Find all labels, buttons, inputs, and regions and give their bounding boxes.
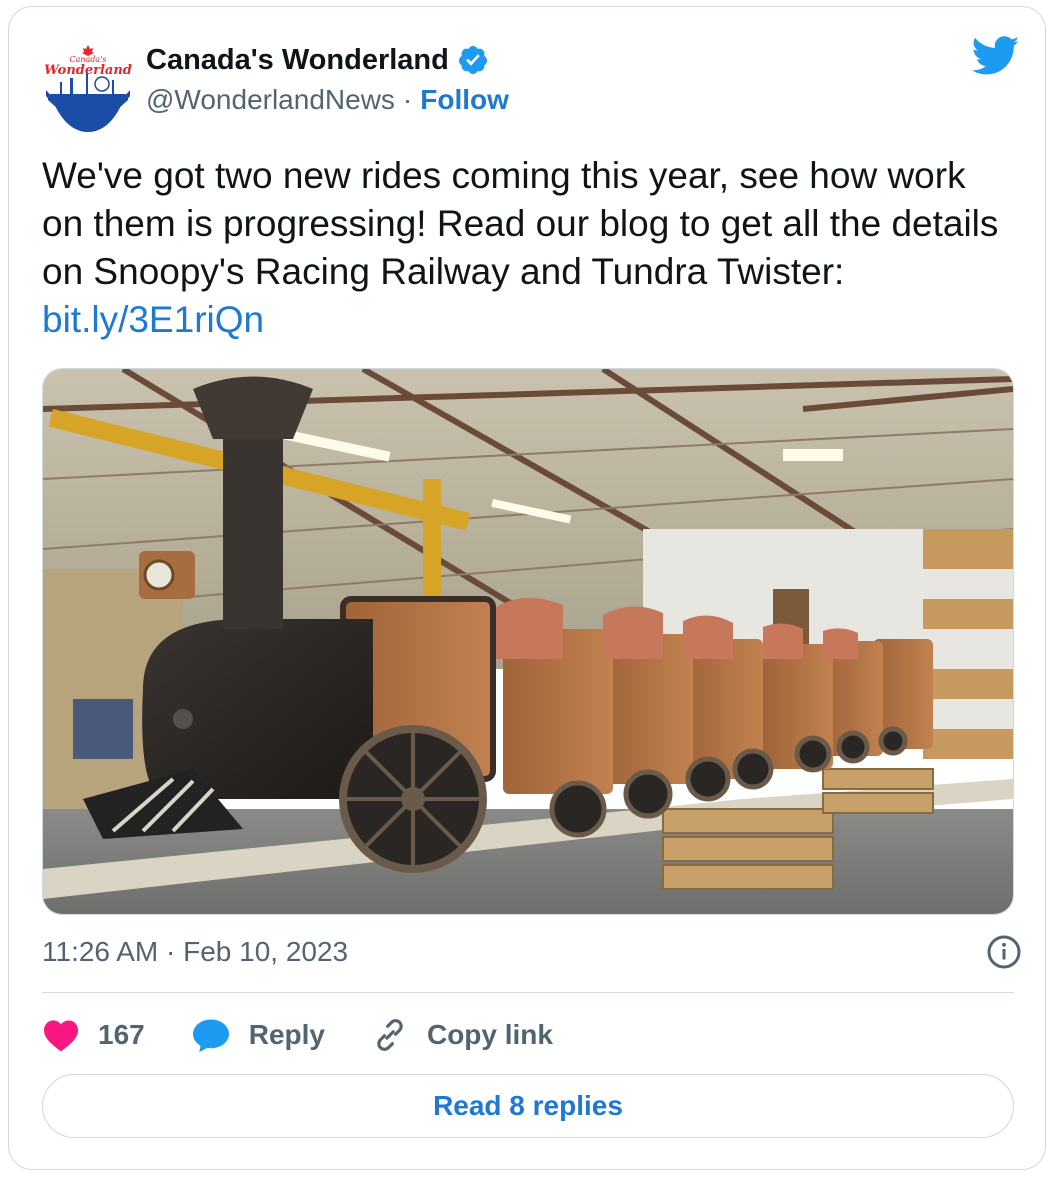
copy-link-button[interactable]: Copy link — [371, 1016, 553, 1054]
read-replies-label: Read 8 replies — [433, 1090, 623, 1121]
divider — [42, 992, 1014, 993]
reply-button[interactable]: Reply — [191, 1017, 325, 1053]
reply-label: Reply — [248, 1019, 325, 1050]
reply-bubble-icon — [192, 1019, 229, 1053]
display-name[interactable]: Canada's Wonderland — [146, 44, 449, 77]
tweet-timestamp[interactable]: 11:26 AM · Feb 10, 2023 — [42, 930, 348, 974]
info-icon[interactable] — [986, 934, 1022, 970]
verified-badge-icon — [458, 46, 487, 74]
avatar-text-main: Wonderland — [44, 63, 132, 78]
separator-dot: · — [402, 84, 413, 115]
copy-link-label: Copy link — [426, 1019, 553, 1050]
tweet-text: We've got two new rides coming this year… — [42, 152, 1002, 344]
read-replies-button[interactable]: Read 8 replies — [42, 1074, 1014, 1138]
action-bar: 167 Reply Copy link — [42, 1010, 599, 1060]
avatar[interactable]: Canada's Wonderland — [42, 42, 134, 134]
like-button[interactable]: 167 — [42, 1018, 145, 1052]
follow-button[interactable]: Follow — [420, 84, 509, 116]
heart-icon — [44, 1020, 78, 1052]
link-icon — [377, 1019, 403, 1051]
tweet-photo[interactable] — [42, 368, 1014, 915]
tweet-link[interactable]: bit.ly/3E1riQn — [42, 299, 264, 340]
author-name-row: Canada's Wonderland — [146, 42, 489, 78]
tweet-body: We've got two new rides coming this year… — [42, 155, 999, 292]
author-handle[interactable]: @WonderlandNews — [146, 84, 395, 116]
author-handle-row: @WonderlandNews · Follow — [146, 82, 509, 118]
like-count: 167 — [98, 1019, 145, 1050]
twitter-bird-icon[interactable] — [972, 36, 1020, 76]
